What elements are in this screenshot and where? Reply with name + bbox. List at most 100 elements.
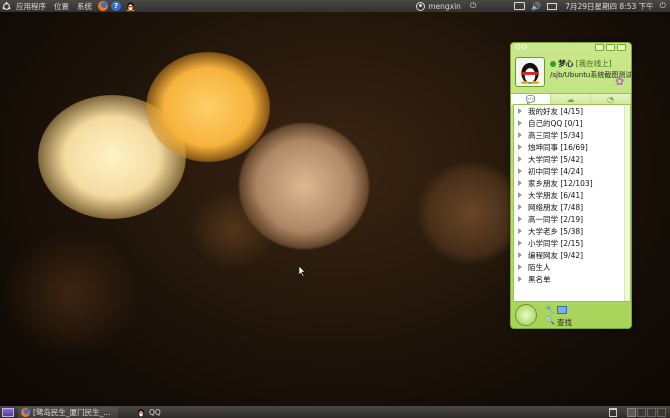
bokeh-light — [238, 122, 370, 250]
online-status-text[interactable]: [我在线上] — [576, 59, 612, 68]
contact-group-row[interactable]: 大学老乡 [5/38] — [514, 225, 630, 237]
session-icon[interactable]: ⏻ — [660, 1, 666, 11]
contact-group-label: 大学老乡 [5/38] — [528, 226, 584, 236]
contact-group-row[interactable]: 大学同学 [5/42] — [514, 153, 630, 165]
bokeh-light — [188, 190, 278, 270]
expand-arrow-icon — [518, 132, 522, 138]
show-desktop-icon[interactable] — [2, 407, 14, 417]
settings-icon[interactable]: 🔧 — [545, 305, 555, 314]
contact-group-row[interactable]: 高三同学 [5/34] — [514, 129, 630, 141]
contact-group-row[interactable]: 高一同学 [2/19] — [514, 213, 630, 225]
clock[interactable]: 7月29日星期四 8:53 下午 — [565, 1, 653, 12]
contact-group-row[interactable]: 自己的QQ [0/1] — [514, 117, 630, 129]
contact-group-label: 网络朋友 [7/48] — [528, 202, 584, 212]
contact-group-row[interactable]: 家乡朋友 [12/103] — [514, 177, 630, 189]
expand-arrow-icon — [518, 156, 522, 162]
workspace-switcher[interactable] — [627, 407, 666, 417]
online-status-icon[interactable] — [550, 61, 556, 67]
expand-arrow-icon — [518, 264, 522, 270]
message-box-icon[interactable] — [557, 306, 567, 314]
menu-system[interactable]: 系统 — [73, 1, 96, 12]
contact-group-label: 大学同学 [5/42] — [528, 154, 584, 164]
qq-menu-button[interactable] — [515, 304, 537, 326]
qq-bottom-bar: 🔧 🔍 查找 — [511, 303, 631, 328]
contact-group-label: 高一同学 [2/19] — [528, 214, 584, 224]
avatar[interactable] — [515, 57, 545, 87]
maximize-button[interactable] — [606, 44, 615, 51]
expand-arrow-icon — [518, 180, 522, 186]
firefox-icon[interactable] — [98, 1, 108, 11]
taskbar-item-browser[interactable]: [鹭岛民生_厦门民生_... — [18, 406, 118, 418]
contact-group-label: 我的好友 [4/15] — [528, 106, 584, 116]
trash-icon[interactable] — [609, 407, 617, 417]
groups-tab-icon: ☁ — [566, 95, 575, 104]
help-icon[interactable]: ? — [111, 1, 121, 11]
expand-arrow-icon — [518, 168, 522, 174]
contact-group-row[interactable]: 网络朋友 [7/48] — [514, 201, 630, 213]
taskbar-item-label: [鹭岛民生_厦门民生_... — [33, 407, 111, 417]
find-button[interactable]: 查找 — [557, 317, 572, 328]
qq-header: 梦心 [我在线上] /sjb/Ubuntu系统截图测试 ✿ — [511, 53, 631, 93]
expand-arrow-icon — [518, 252, 522, 258]
bokeh-light — [146, 52, 270, 162]
ubuntu-logo-icon[interactable] — [0, 0, 12, 12]
qq-main-window: QQ 梦心 [我在线上] /sjb/Ubuntu系统截图测试 ✿ 💬 ☁ ◔ 我… — [510, 42, 632, 329]
qq-titlebar[interactable]: QQ — [511, 43, 631, 53]
expand-arrow-icon — [518, 144, 522, 150]
contact-group-label: 小学同学 [2/15] — [528, 238, 584, 248]
qq-logo-text: QQ — [515, 43, 527, 51]
bottom-panel: [鹭岛民生_厦门民生_... QQ — [0, 406, 670, 418]
taskbar-item-label: QQ — [149, 407, 161, 417]
contact-group-label: 大学朋友 [6/41] — [528, 190, 584, 200]
qq-penguin-icon — [137, 408, 146, 417]
expand-arrow-icon — [518, 192, 522, 198]
contact-group-label: 黑名单 — [528, 274, 551, 284]
contact-group-label: 初中同学 [4/24] — [528, 166, 584, 176]
mouse-pointer-icon — [299, 266, 306, 277]
bokeh-light — [0, 230, 140, 360]
find-icon[interactable]: 🔍 — [545, 316, 555, 325]
bokeh-light — [38, 95, 186, 219]
expand-arrow-icon — [518, 228, 522, 234]
expand-arrow-icon — [518, 216, 522, 222]
recent-tab-icon: ◔ — [607, 95, 614, 104]
contact-group-label: 烛坤同事 [16/69] — [528, 142, 588, 152]
flower-icon: ✿ — [615, 75, 625, 88]
taskbar-item-qq[interactable]: QQ — [134, 407, 164, 418]
contact-group-row[interactable]: 陌生人 — [514, 261, 630, 273]
contact-group-row[interactable]: 小学同学 [2/15] — [514, 237, 630, 249]
contact-group-row[interactable]: 烛坤同事 [16/69] — [514, 141, 630, 153]
minimize-button[interactable] — [595, 44, 604, 51]
contact-group-label: 家乡朋友 [12/103] — [528, 178, 593, 188]
keyboard-icon[interactable] — [514, 2, 526, 10]
contact-group-row[interactable]: 大学朋友 [6/41] — [514, 189, 630, 201]
contact-group-row[interactable]: 编程网友 [9/42] — [514, 249, 630, 261]
power-icon[interactable]: ⏻ — [470, 1, 476, 11]
expand-arrow-icon — [518, 204, 522, 210]
nickname: 梦心 — [558, 59, 574, 68]
qq-penguin-icon[interactable] — [125, 1, 135, 11]
contacts-tab-icon: 💬 — [525, 95, 536, 104]
username: mengxin — [428, 1, 461, 11]
menu-places[interactable]: 位置 — [50, 1, 73, 12]
mail-icon[interactable] — [547, 2, 558, 10]
contact-group-list: 我的好友 [4/15] 自己的QQ [0/1] 高三同学 [5/34] 烛坤同事 [1… — [513, 104, 631, 302]
expand-arrow-icon — [518, 108, 522, 114]
top-panel: 应用程序 位置 系统 ? mengxin ⏻ 🔊 7月29日星期四 8:53 下… — [0, 0, 670, 12]
contact-group-row[interactable]: 我的好友 [4/15] — [514, 105, 630, 117]
user-icon — [416, 1, 426, 11]
close-button[interactable] — [617, 44, 626, 51]
scrollbar[interactable] — [624, 105, 630, 301]
contact-group-row[interactable]: 黑名单 — [514, 273, 630, 285]
contact-group-label: 编程网友 [9/42] — [528, 250, 584, 260]
contact-group-label: 自己的QQ [0/1] — [528, 118, 583, 128]
menu-applications[interactable]: 应用程序 — [12, 1, 50, 12]
contact-group-label: 高三同学 [5/34] — [528, 130, 584, 140]
contact-group-row[interactable]: 初中同学 [4/24] — [514, 165, 630, 177]
expand-arrow-icon — [518, 240, 522, 246]
expand-arrow-icon — [518, 120, 522, 126]
contact-group-label: 陌生人 — [528, 262, 551, 272]
volume-icon[interactable]: 🔊 — [531, 2, 541, 11]
user-switcher[interactable]: mengxin — [416, 1, 461, 11]
firefox-icon — [21, 407, 30, 417]
